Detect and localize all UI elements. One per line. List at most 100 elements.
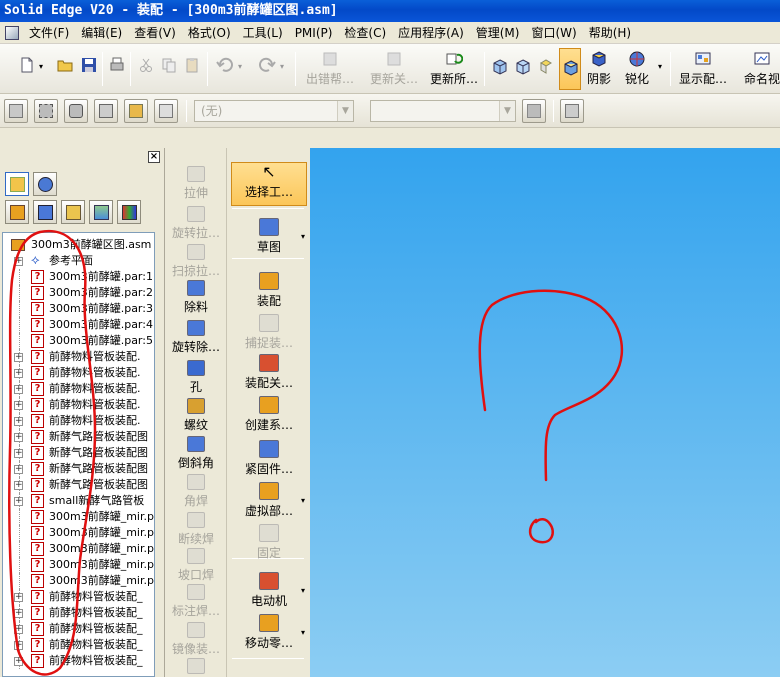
redo-icon[interactable] [258,56,276,74]
tree-item[interactable]: +? 前酵物料管板装配_ [3,589,154,605]
assembly-tool-button[interactable]: 电动机 ▾ [231,572,307,609]
menu-tools[interactable]: 工具(L) [237,24,289,41]
view-dimetric-cube-icon[interactable] [514,58,532,76]
save-icon[interactable] [80,56,98,74]
assembly-tool-button[interactable]: 草图 ▾ [231,218,307,255]
face-priority-button[interactable] [124,99,148,123]
select-group-button[interactable] [34,99,58,123]
tree-item[interactable]: +? 新酵气路管板装配图 [3,445,154,461]
tree-item[interactable]: +? 前酵物料管板装配. [3,349,154,365]
style-combo-dropdown-icon[interactable]: ▼ [337,101,353,121]
tree-item[interactable]: +? 前酵物料管板装配. [3,381,154,397]
tree-item[interactable]: +? 前酵物料管板装配_ [3,637,154,653]
menu-format[interactable]: 格式(O) [182,24,237,41]
tab-layers[interactable] [89,200,113,224]
print-icon[interactable] [108,56,126,74]
tool-dropdown-icon[interactable]: ▾ [301,496,305,505]
shadow-button[interactable]: 阴影 [584,50,614,90]
menu-applications[interactable]: 应用程序(A) [392,24,470,41]
view-top-cube-icon[interactable] [537,58,555,76]
new-file-dropdown-icon[interactable]: ▾ [39,62,43,71]
feature-tool-button[interactable]: 断续焊 [166,512,226,547]
feature-tool-button[interactable]: 孔 [166,360,226,395]
feature-tool-button[interactable]: 螺纹 [166,398,226,433]
assembly-tool-button[interactable]: 捕捉装… [231,314,307,351]
tree-item[interactable]: +? 前酵物料管板装配. [3,413,154,429]
edge-priority-button[interactable] [154,99,178,123]
feature-tool-button[interactable]: 除料 [166,280,226,315]
secondary-combo[interactable]: ▼ [370,100,516,122]
feature-tool-button[interactable]: 旋转除… [166,320,226,355]
tree-expand-icon[interactable]: + [14,257,23,266]
undo-icon[interactable] [216,56,234,74]
tree-item[interactable]: ? 300m3前酵罐_mir.p [3,541,154,557]
tab-sensors[interactable] [117,200,141,224]
feature-tool-button[interactable]: 倒斜角 [166,436,226,471]
menu-inspect[interactable]: 检查(C) [338,24,392,41]
copy-icon[interactable] [160,56,178,74]
tab-feature-library[interactable] [5,172,29,196]
menu-help[interactable]: 帮助(H) [583,24,637,41]
tree-expand-icon[interactable]: + [14,609,23,618]
tree-expand-icon[interactable]: + [14,497,23,506]
menu-pmi[interactable]: PMI(P) [289,26,339,40]
menu-file[interactable]: 文件(F) [23,24,75,41]
assembly-tool-button[interactable]: 紧固件… [231,440,307,477]
tree-item[interactable]: ? 300m3前酵罐_mir.p [3,525,154,541]
tree-item[interactable]: +? 前酵物料管板装配_ [3,653,154,669]
cut-icon[interactable] [137,56,155,74]
tree-item[interactable]: ? 300m3前酵罐.par:1 [3,269,154,285]
feature-tool-button[interactable]: 旋转拉… [166,206,226,241]
menu-view[interactable]: 查看(V) [128,24,182,41]
feature-tool-button[interactable]: 坡口焊 [166,548,226,583]
feature-tool-button[interactable]: 阵列装… [166,658,226,677]
tool-dropdown-icon[interactable]: ▾ [301,232,305,241]
menu-window[interactable]: 窗口(W) [525,24,582,41]
redo-dropdown-icon[interactable]: ▾ [280,62,284,71]
tool-dropdown-icon[interactable]: ▾ [301,586,305,595]
app-document-icon[interactable] [5,25,19,40]
tree-expand-icon[interactable]: + [14,481,23,490]
sketch-tool-button[interactable] [560,99,584,123]
new-file-icon[interactable] [18,56,36,74]
tree-item[interactable]: +? 前酵物料管板装配. [3,365,154,381]
tree-item[interactable]: ? 300m3前酵罐.par:3 [3,301,154,317]
tree-item[interactable]: +? 新酵气路管板装配图 [3,477,154,493]
tree-expand-icon[interactable]: + [14,369,23,378]
panel-close-icon[interactable]: × [148,151,160,163]
feature-tool-button[interactable]: 标注焊… [166,584,226,619]
feature-tool-button[interactable]: 镜像装… [166,622,226,657]
tree-expand-icon[interactable]: + [14,353,23,362]
sharpen-button[interactable]: 锐化 [622,50,652,90]
paste-icon[interactable] [183,56,201,74]
shaded-view-button[interactable] [559,48,581,90]
tree-expand-icon[interactable]: + [14,465,23,474]
open-folder-icon[interactable] [56,56,74,74]
assembly-tree[interactable]: 300m3前酵罐区图.asm + ⟡ 参考平面? 300m3前酵罐.par:1? 300m… [2,232,155,677]
select-assembly-button[interactable] [64,99,88,123]
tree-expand-icon[interactable]: + [14,433,23,442]
apply-style-button[interactable] [522,99,546,123]
tab-parts-library[interactable] [33,200,57,224]
tree-expand-icon[interactable]: + [14,593,23,602]
tree-item[interactable]: ? 300m3前酵罐_mir.p [3,509,154,525]
tree-item[interactable]: ? 300m3前酵罐_mir.p [3,557,154,573]
error-assistant-button[interactable]: 出错帮… [302,50,358,90]
display-configuration-button[interactable]: 显示配… [676,50,730,90]
feature-tool-button[interactable]: 拉伸 [166,166,226,201]
tree-item[interactable]: +? 前酵物料管板装配_ [3,605,154,621]
filter-button[interactable] [94,99,118,123]
select-part-button[interactable] [4,99,28,123]
tree-item[interactable]: ? 300m3前酵罐.par:2 [3,285,154,301]
tree-expand-icon[interactable]: + [14,625,23,634]
assembly-tool-button[interactable]: 装配 [231,272,307,309]
assembly-tool-button[interactable]: 装配关… [231,354,307,391]
tree-root-item[interactable]: 300m3前酵罐区图.asm [3,237,154,253]
sharpen-dropdown-icon[interactable]: ▾ [658,62,662,71]
tree-expand-icon[interactable]: + [14,657,23,666]
tool-dropdown-icon[interactable]: ▾ [301,628,305,637]
select-tool-button[interactable]: ↖ 选择工… [231,162,307,206]
assembly-tool-button[interactable]: 虚拟部… ▾ [231,482,307,519]
tree-item[interactable]: ? 300m3前酵罐.par:4 [3,317,154,333]
graphics-viewport[interactable] [310,148,780,677]
